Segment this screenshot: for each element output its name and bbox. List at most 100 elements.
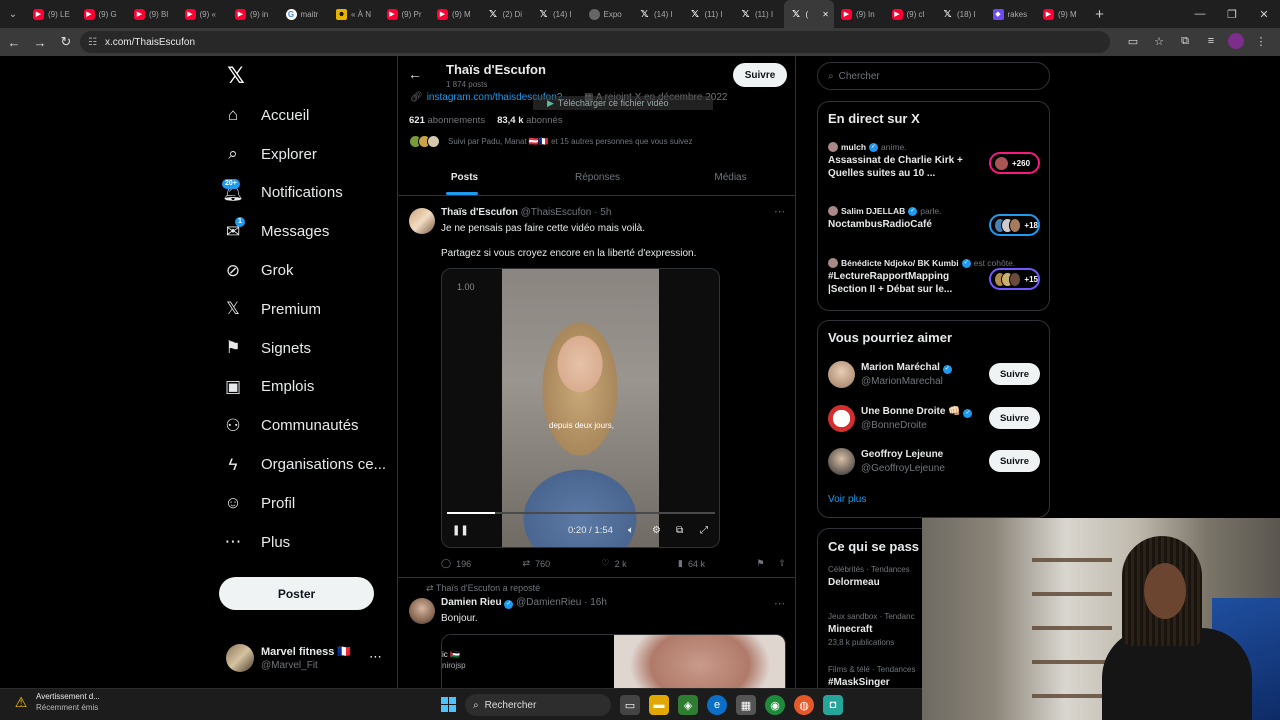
follow-button[interactable]: Suivre [989,450,1040,472]
tweet-video[interactable]: 1.00 depuis deux jours, ❚❚ 0:20 / 1:54 🔈… [441,268,720,548]
pause-icon[interactable]: ❚❚ [452,525,469,536]
tweet-more-icon[interactable]: ⋯ [774,597,785,610]
who-to-follow-item[interactable]: Marion Maréchal ✓ @MarionMarechal Suivre [828,361,1040,391]
browser-tab[interactable]: ▶ (9) LE [26,0,77,28]
post-button[interactable]: Poster [219,577,374,610]
browser-tab[interactable]: 𝕏 (18) I [935,0,986,28]
x-logo-icon[interactable]: 𝕏 [224,63,248,88]
browser-tab[interactable]: 𝕏 (14) I [632,0,683,28]
browser-tab[interactable]: ▶ (9) « [178,0,229,28]
close-window-icon[interactable]: ✕ [1248,0,1280,28]
avatar[interactable] [828,448,855,475]
views-button[interactable]: ▮ 64 k [678,558,705,569]
tab-réponses[interactable]: Réponses [531,160,664,195]
forward-icon[interactable]: → [28,30,52,54]
repost-button[interactable]: ⇄ 760 [523,558,551,569]
reload-icon[interactable]: ↻ [54,30,78,54]
nav-item-messages[interactable]: ✉ 1 Messages [222,212,392,251]
browser-tab[interactable]: ▶ (9) Pr [380,0,431,28]
follow-button[interactable]: Suivre [989,407,1040,429]
volume-icon[interactable]: 🔈︎ [628,525,634,536]
nav-item-notifications[interactable]: 🔔︎ 20+ Notifications [222,174,392,213]
chrome-icon[interactable]: ◉ [765,695,785,715]
tweet-time[interactable]: · 5h [594,207,611,218]
browser-tab[interactable]: ▶ (9) M [430,0,481,28]
following-stat[interactable]: 621 abonnements [409,115,485,126]
nav-item-plus[interactable]: ⋯ Plus [222,523,392,562]
app-icon[interactable]: ◘ [823,695,843,715]
xbox-icon[interactable]: ◈ [678,695,698,715]
taskbar-search[interactable]: ⌕ Rechercher [465,694,611,716]
tweet-author-handle[interactable]: @DamienRieu [516,597,581,608]
tab-posts[interactable]: Posts [398,160,531,195]
minimize-icon[interactable]: — [1184,0,1216,28]
nav-item-explorer[interactable]: ⌕ Explorer [222,135,392,174]
browser-tab[interactable]: Gmaitr [279,0,330,28]
tweet-more-icon[interactable]: ⋯ [774,205,785,218]
live-listeners-pill[interactable]: +260 [989,152,1040,174]
followed-by[interactable]: Suivi par Padu, Manat 🇦🇹🇫🇷 et 15 autres … [409,135,693,148]
nav-item-grok[interactable]: ⊘ Grok [222,251,392,290]
follow-button[interactable]: Suivre [989,363,1040,385]
tweet-author-name[interactable]: Thaïs d'Escufon [441,207,518,218]
see-more-link[interactable]: Voir plus [828,494,866,505]
live-listeners-pill[interactable]: +18 [989,214,1040,236]
avatar[interactable] [409,208,435,234]
nav-item-accueil[interactable]: ⌂ Accueil [222,96,392,135]
nav-item-signets[interactable]: ⚑ Signets [222,329,392,368]
profile-avatar-icon[interactable] [1228,33,1244,49]
avatar[interactable] [828,405,855,432]
browser-tab[interactable]: 𝕏 (2) Di [481,0,532,28]
file-explorer-icon[interactable]: ▬ [649,695,669,715]
restore-icon[interactable]: ❐ [1216,0,1248,28]
browser-menu-icon[interactable]: ⋮ [1252,32,1270,50]
tab-search-menu-icon[interactable]: ⌄ [0,0,26,28]
browser-tab[interactable]: 𝕏 (11) I [683,0,734,28]
follow-button[interactable]: Suivre [733,63,787,87]
store-icon[interactable]: ▦ [736,695,756,715]
bookmark-star-icon[interactable]: ☆ [1150,32,1168,50]
extensions-icon[interactable]: ⧉ [1176,32,1194,50]
edge-icon[interactable]: e [707,695,727,715]
tweet-author-name[interactable]: Damien Rieu [441,597,502,608]
avatar[interactable] [828,361,855,388]
search-input[interactable]: ⌕ Chercher [817,62,1050,90]
new-tab-button[interactable]: + [1087,0,1113,28]
more-options-icon[interactable]: ⋯ [369,649,382,665]
task-view-icon[interactable]: ▭ [620,695,640,715]
browser-tab[interactable]: 𝕏 (11) I [733,0,784,28]
tweet-time[interactable]: · 16h [584,597,607,608]
windows-start-icon[interactable] [441,697,456,712]
tab-médias[interactable]: Médias [664,160,795,195]
video-progress-bar[interactable] [447,512,715,514]
browser-tab[interactable]: ▶ (9) In [834,0,885,28]
download-video-overlay[interactable]: ▶ Télécharger ce fichier vidéo [533,96,713,110]
browser-tab[interactable]: 𝕏 (✕ [783,0,834,28]
browser-tab[interactable]: ▶ (9) in [228,0,279,28]
bookmark-button[interactable]: ⚑ [756,558,764,569]
who-to-follow-item[interactable]: Une Bonne Droite 👊🏻 ✓ @BonneDroite Suivre [828,405,1040,435]
browser-tab[interactable]: ▶ (9) G [77,0,128,28]
browser-tab[interactable]: ☻ « À N [329,0,380,28]
live-space-item[interactable]: Bénédicte Ndjoko/ BK Kumbi ✓ est cohôte. #L… [828,258,1040,296]
back-icon[interactable]: ← [2,30,26,54]
nav-item-emplois[interactable]: ▣ Emplois [222,368,392,407]
url-bar[interactable]: ☷ x.com/ThaisEscufon [80,31,1110,53]
browser-tab[interactable]: Expo [582,0,633,28]
live-space-item[interactable]: mulch ✓ anime. Assassinat de Charlie Kirk +… [828,142,1040,180]
nav-item-communautés[interactable]: ⚇ Communautés [222,406,392,445]
pip-icon[interactable]: ⧉ [676,525,683,536]
firefox-icon[interactable]: ◍ [794,695,814,715]
live-space-item[interactable]: Salim DJELLAB ✓ parle. NoctambusRadioCafé +1… [828,206,1040,236]
tweet-author-handle[interactable]: @ThaisEscufon [521,207,592,218]
live-listeners-pill[interactable]: +15 [989,268,1040,290]
site-info-icon[interactable]: ☷ [88,37,97,48]
who-to-follow-item[interactable]: Geoffroy Lejeune @GeoffroyLejeune Suivre [828,448,1040,478]
account-switcher[interactable]: Marvel fitness 🇫🇷 @Marvel_Fit ⋯ [226,643,386,673]
like-button[interactable]: ♡ 2 k [602,558,627,569]
close-tab-icon[interactable]: ✕ [822,10,829,19]
avatar[interactable] [409,598,435,624]
browser-tab[interactable]: ▶ (9) M [1036,0,1087,28]
nav-item-profil[interactable]: ☺ Profil [222,484,392,523]
settings-icon[interactable]: ⚙ [652,525,661,536]
